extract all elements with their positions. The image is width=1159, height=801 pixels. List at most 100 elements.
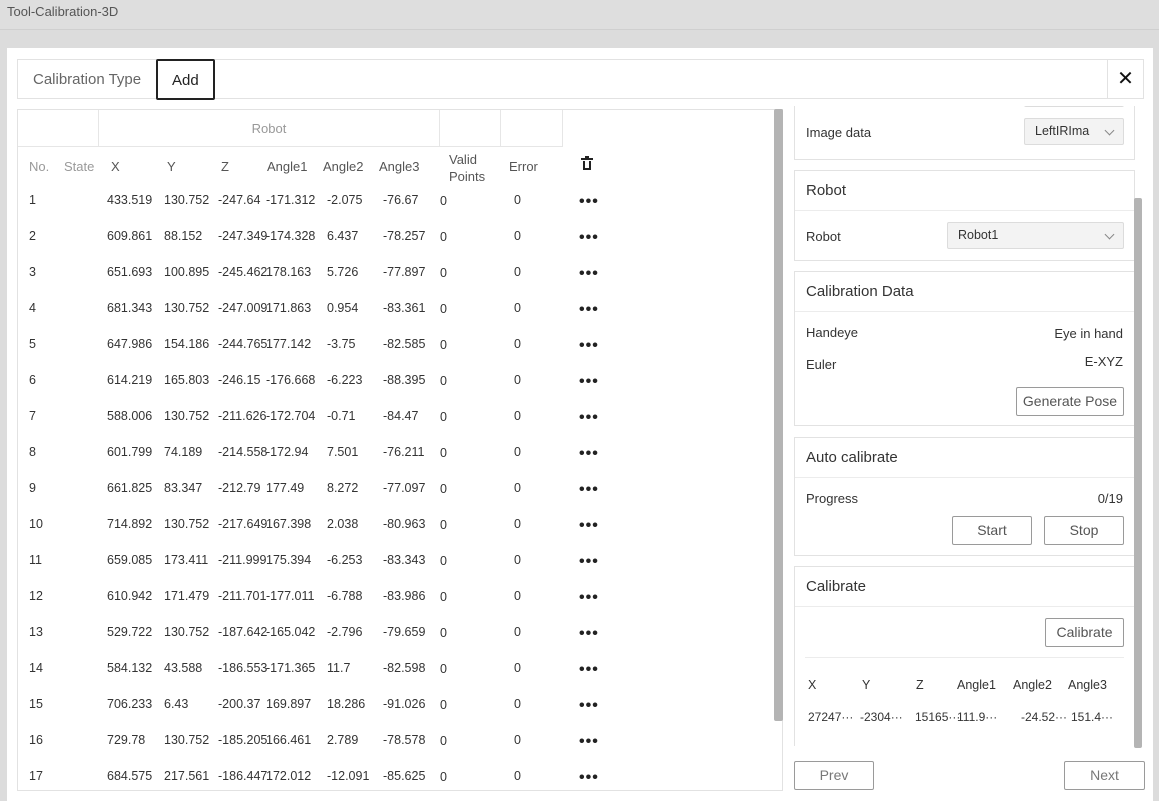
- row-error: 0: [514, 661, 521, 675]
- table-row[interactable]: 4 681.343 130.752 -247.009 171.863 0.954 -83.3…: [18, 291, 782, 327]
- row-angle3: -82.598: [383, 661, 426, 675]
- window-title: Tool-Calibration-3D: [7, 4, 119, 19]
- table-row[interactable]: 11 659.085 173.411 -211.999 175.394 -6.253 -83…: [18, 543, 782, 579]
- table-row[interactable]: 15 706.233 6.43 -200.37 169.897 18.286 -91.026…: [18, 687, 782, 723]
- row-angle3: -91.026: [383, 697, 426, 711]
- col-header-y: Y: [167, 159, 176, 174]
- next-button[interactable]: Next: [1064, 761, 1145, 790]
- table-row[interactable]: 7 588.006 130.752 -211.626 -172.704 -0.71 -84.…: [18, 399, 782, 435]
- more-icon[interactable]: •••: [579, 769, 599, 787]
- more-icon[interactable]: •••: [579, 409, 599, 427]
- table-row[interactable]: 10 714.892 130.752 -217.649 167.398 2.038 -80.…: [18, 507, 782, 543]
- row-angle1: -177.011: [266, 589, 315, 603]
- row-no: 10: [29, 517, 43, 531]
- close-icon[interactable]: ✕: [1107, 60, 1143, 99]
- row-no: 14: [29, 661, 43, 675]
- table-row[interactable]: 12 610.942 171.479 -211.701 -177.011 -6.788 -8…: [18, 579, 782, 615]
- row-y: 74.189: [164, 445, 203, 459]
- more-icon[interactable]: •••: [579, 337, 599, 355]
- table-row[interactable]: 1 433.519 130.752 -247.64 -171.312 -2.075 -76.…: [18, 183, 782, 219]
- row-x: 610.942: [107, 589, 153, 603]
- table-row[interactable]: 17 684.575 217.561 -186.447 172.012 -12.091 -8…: [18, 759, 782, 790]
- row-angle1: 177.142: [266, 337, 312, 351]
- row-angle2: 5.726: [327, 265, 359, 279]
- table-row[interactable]: 3 651.693 100.895 -245.462 178.163 5.726 -77.8…: [18, 255, 782, 291]
- row-y: 83.347: [164, 481, 203, 495]
- row-error: 0: [514, 409, 521, 423]
- table-group-header-row: Robot: [18, 110, 563, 147]
- calibration-data-title: Calibration Data: [795, 272, 1134, 312]
- stop-button[interactable]: Stop: [1044, 516, 1124, 545]
- row-angle2: 6.437: [327, 229, 359, 243]
- more-icon[interactable]: •••: [579, 733, 599, 751]
- table-row[interactable]: 2 609.861 88.152 -247.349 -174.328 6.437 -78.2…: [18, 219, 782, 255]
- row-angle2: 18.286: [327, 697, 366, 711]
- more-icon[interactable]: •••: [579, 481, 599, 499]
- row-angle1: -172.704: [266, 409, 316, 423]
- row-valid-points: 0: [440, 374, 447, 388]
- row-no: 1: [29, 193, 36, 207]
- row-angle1: 169.897: [266, 697, 312, 711]
- more-icon[interactable]: •••: [579, 301, 599, 319]
- image-source-select-partial[interactable]: [1024, 106, 1124, 107]
- prev-button[interactable]: Prev: [794, 761, 874, 790]
- row-angle2: -0.71: [327, 409, 356, 423]
- more-icon[interactable]: •••: [579, 661, 599, 679]
- row-y: 130.752: [164, 517, 210, 531]
- calibrate-result-header: Angle3: [1068, 678, 1107, 692]
- more-icon[interactable]: •••: [579, 265, 599, 283]
- row-y: 217.561: [164, 769, 210, 783]
- euler-value: E-XYZ: [1084, 354, 1123, 369]
- image-data-select[interactable]: LeftIRIma: [1024, 118, 1124, 145]
- chevron-down-icon: [1104, 125, 1115, 136]
- row-error: 0: [514, 193, 521, 207]
- dialog: Calibration Type Add ✕ Robot No. State X…: [7, 48, 1153, 801]
- tab-calibration-type[interactable]: Calibration Type: [18, 60, 156, 99]
- more-icon[interactable]: •••: [579, 625, 599, 643]
- table-row[interactable]: 16 729.78 130.752 -185.205 166.461 2.789 -78.5…: [18, 723, 782, 759]
- more-icon[interactable]: •••: [579, 517, 599, 535]
- row-angle3: -88.395: [383, 373, 426, 387]
- row-z: -217.649: [218, 517, 268, 531]
- col-header-state: State: [64, 159, 95, 174]
- row-no: 9: [29, 481, 36, 495]
- more-icon[interactable]: •••: [579, 229, 599, 247]
- image-card: Image data LeftIRIma: [794, 106, 1135, 160]
- col-header-valid-line1: Valid: [449, 152, 477, 167]
- row-no: 11: [29, 553, 42, 567]
- trash-icon[interactable]: [581, 156, 593, 171]
- more-icon[interactable]: •••: [579, 697, 599, 715]
- row-z: -244.765: [218, 337, 268, 351]
- row-error: 0: [514, 769, 521, 783]
- col-header-z: Z: [221, 159, 229, 174]
- start-button[interactable]: Start: [952, 516, 1032, 545]
- more-icon[interactable]: •••: [579, 589, 599, 607]
- row-z: -211.626: [218, 409, 267, 423]
- robot-select[interactable]: Robot1: [947, 222, 1124, 249]
- row-z: -245.462: [218, 265, 268, 279]
- table-row[interactable]: 5 647.986 154.186 -244.765 177.142 -3.75 -82.5…: [18, 327, 782, 363]
- table-row[interactable]: 14 584.132 43.588 -186.553 -171.365 11.7 -82.5…: [18, 651, 782, 687]
- more-icon[interactable]: •••: [579, 445, 599, 463]
- panel-scrollbar[interactable]: [1134, 198, 1142, 748]
- table-row[interactable]: 8 601.799 74.189 -214.558 -172.94 7.501 -76.21…: [18, 435, 782, 471]
- tab-add[interactable]: Add: [156, 59, 215, 100]
- row-angle3: -80.963: [383, 517, 426, 531]
- row-y: 171.479: [164, 589, 210, 603]
- calibrate-button[interactable]: Calibrate: [1045, 618, 1124, 647]
- row-x: 714.892: [107, 517, 153, 531]
- table-row[interactable]: 9 661.825 83.347 -212.79 177.49 8.272 -77.097 0…: [18, 471, 782, 507]
- row-valid-points: 0: [440, 230, 447, 244]
- table-row[interactable]: 13 529.722 130.752 -187.642 -165.042 -2.796 -7…: [18, 615, 782, 651]
- row-x: 684.575: [107, 769, 153, 783]
- row-y: 130.752: [164, 625, 210, 639]
- more-icon[interactable]: •••: [579, 373, 599, 391]
- table-row[interactable]: 6 614.219 165.803 -246.15 -176.668 -6.223 -88.…: [18, 363, 782, 399]
- table-scrollbar[interactable]: [774, 109, 783, 721]
- row-x: 681.343: [107, 301, 153, 315]
- generate-pose-button[interactable]: Generate Pose: [1016, 387, 1124, 416]
- image-data-value: LeftIRIma: [1035, 124, 1090, 138]
- more-icon[interactable]: •••: [579, 193, 599, 211]
- more-icon[interactable]: •••: [579, 553, 599, 571]
- row-no: 5: [29, 337, 36, 351]
